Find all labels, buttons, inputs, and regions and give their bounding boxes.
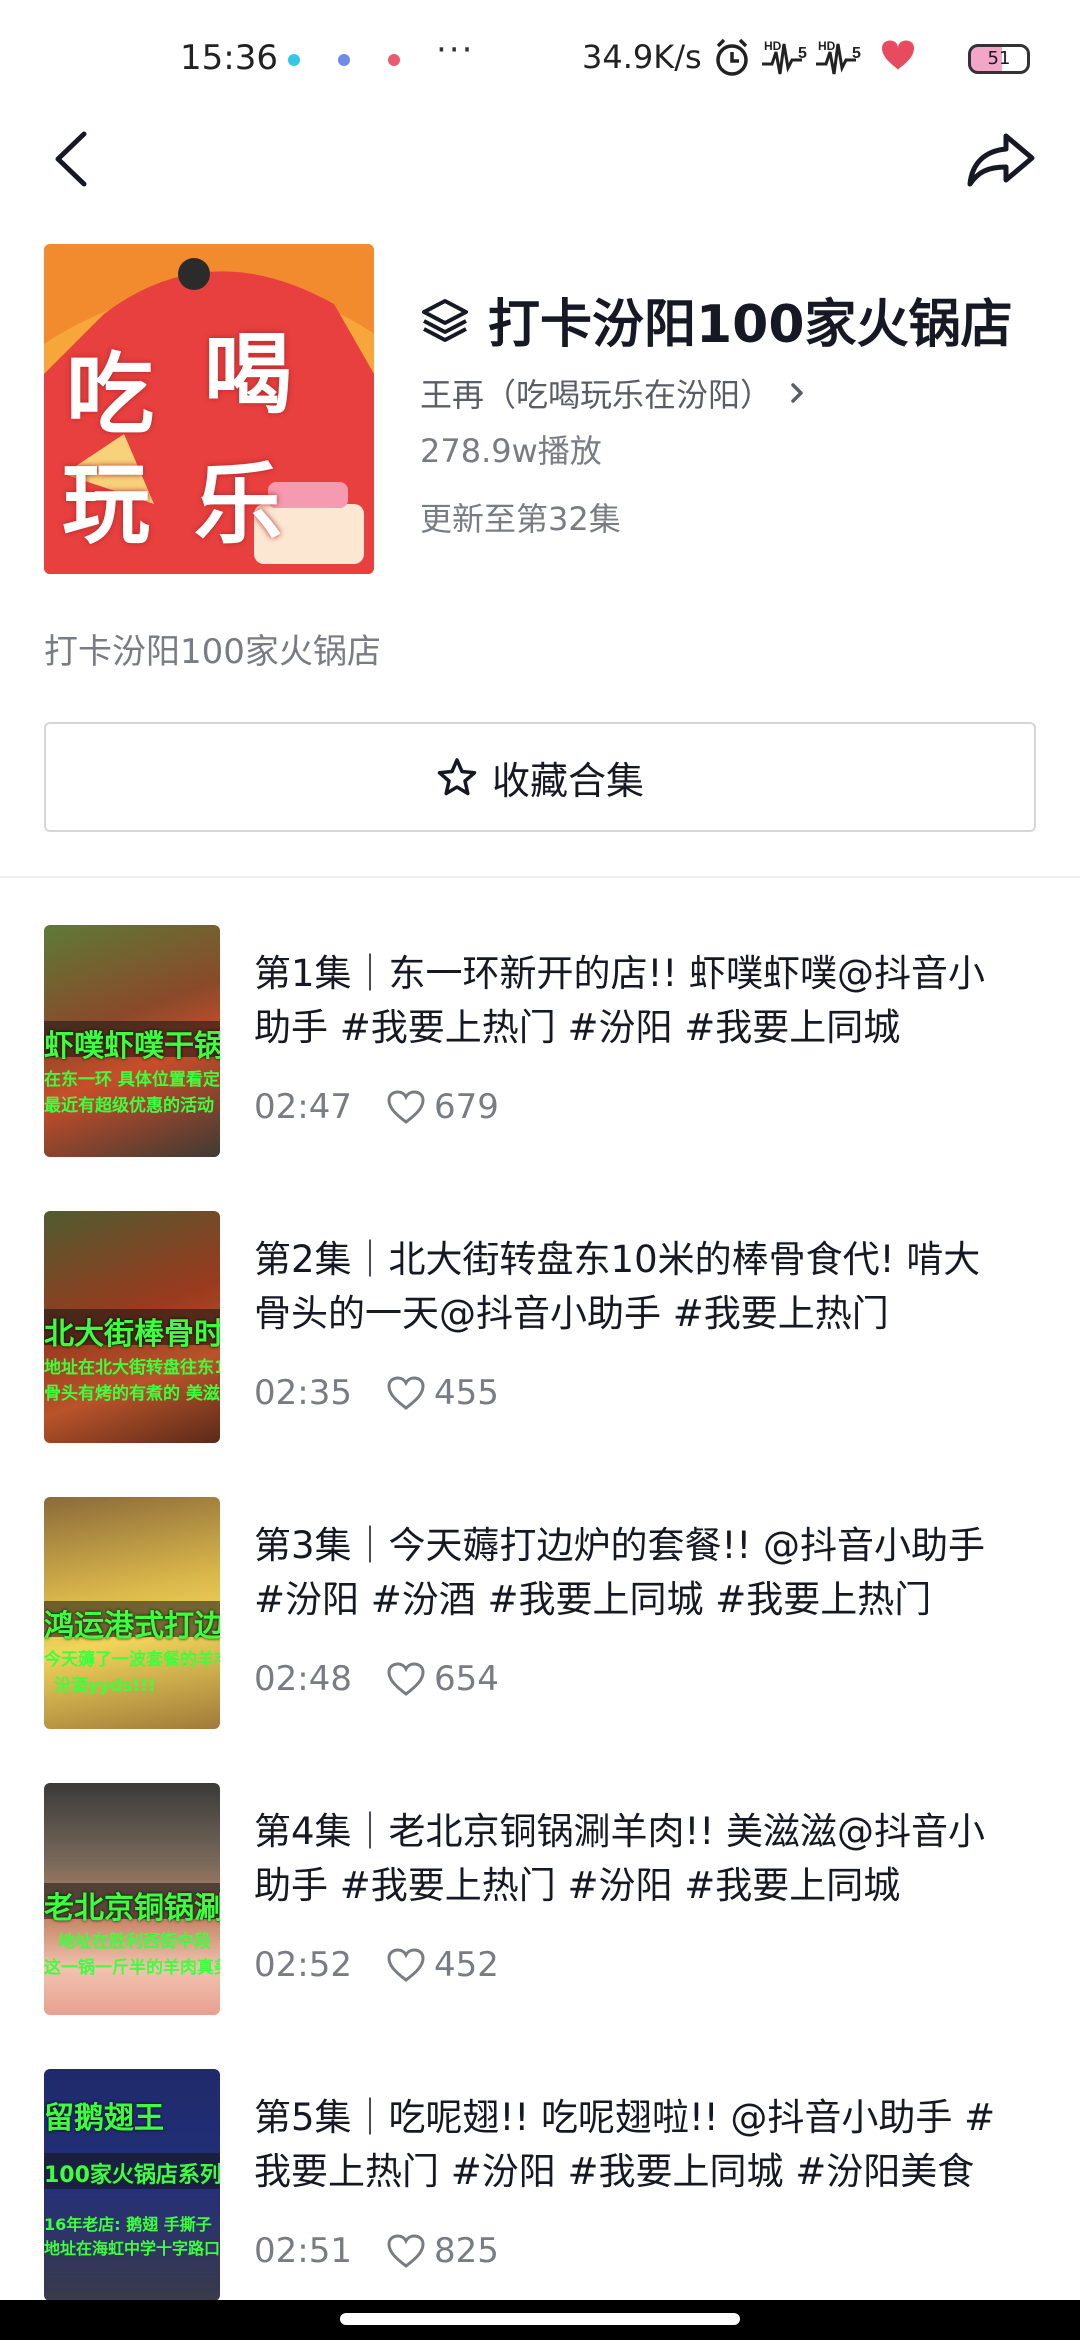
cover-char: 吃 (66, 343, 155, 446)
heart-outline-icon (387, 2234, 425, 2268)
episode-duration: 02:47 (254, 1087, 352, 1127)
episode-meta: 02:51 825 (254, 2231, 499, 2271)
episode-thumbnail: 留鹅翅王 100家火锅店系列 16年老店: 鹅翅 手撕子 地址在海虹中学十字路口 (44, 2069, 220, 2301)
like-count: 825 (433, 2231, 499, 2271)
heart-outline-icon (387, 1376, 425, 1410)
episode-item[interactable]: 虾噗虾噗干锅 在东一环 具体位置看定位 最近有超级优惠的活动 第1集｜东一环新开… (0, 925, 1080, 1157)
thumbnail-subcaption: 16年老店: 鹅翅 手撕子 (44, 2215, 212, 2234)
heart-outline-icon (387, 1662, 425, 1696)
episode-item[interactable]: 留鹅翅王 100家火锅店系列 16年老店: 鹅翅 手撕子 地址在海虹中学十字路口… (0, 2069, 1080, 2301)
thumbnail-subcaption: 骨头有烤的有煮的 美滋滋 (44, 1384, 220, 1404)
svg-text:HD: HD (764, 39, 782, 53)
episode-likes: 455 (386, 1373, 499, 1413)
episode-title: 第1集｜东一环新开的店!! 虾噗虾噗@抖音小助手 #我要上热门 #汾阳 #我要上… (254, 952, 985, 1049)
update-status: 更新至第32集 (420, 500, 621, 538)
collect-button-label: 收藏合集 (491, 758, 644, 803)
signal-icons: HD 5 HD 5 (716, 38, 914, 76)
thumbnail-caption: 留鹅翅王 (44, 2101, 164, 2136)
hd-signal-icon: HD 5 (816, 39, 861, 75)
episode-duration: 02:35 (254, 1373, 352, 1413)
episode-duration: 02:52 (254, 1945, 352, 1985)
episode-item[interactable]: 北大街棒骨时代 地址在北大街转盘往东10米 骨头有烤的有煮的 美滋滋 第2集｜北… (0, 1211, 1080, 1443)
episode-item[interactable]: 老北京铜锅涮肉 地址在胜利西街中段 这一锅一斤半的羊肉真美 第4集｜老北京铜锅涮… (0, 1783, 1080, 2015)
episode-thumbnail: 虾噗虾噗干锅 在东一环 具体位置看定位 最近有超级优惠的活动 (44, 925, 220, 1157)
episode-likes: 679 (386, 1087, 499, 1127)
svg-text:HD: HD (818, 39, 836, 53)
thumbnail-subcaption: 地址在海虹中学十字路口 (44, 2239, 220, 2258)
battery-icon: 51 (968, 44, 1030, 74)
episode-thumbnail: 老北京铜锅涮肉 地址在胜利西街中段 这一锅一斤半的羊肉真美 (44, 1783, 220, 2015)
thumbnail-subcaption: 汾酒yyds!!! (54, 1676, 156, 1696)
alarm-icon (716, 38, 748, 76)
thumbnail-caption: 鸿运港式打边炉 (44, 1609, 220, 1644)
collection-title: 打卡汾阳100家火锅店 (488, 295, 1013, 355)
cover-char: 乐 (194, 453, 283, 556)
author-link[interactable]: 王再（吃喝玩乐在汾阳） (420, 370, 812, 416)
thumbnail-subcaption: 这一锅一斤半的羊肉真美 (44, 1958, 220, 1978)
status-bar: 15:36 ··· 34.9K/s HD 5 HD 5 51 (0, 0, 1080, 120)
episode-thumbnail: 鸿运港式打边炉 今天薅了一波套餐的羊毛 汾酒yyds!!! (44, 1497, 220, 1729)
hd-signal-icon: HD 5 (762, 39, 807, 75)
thumbnail-subcaption: 今天薅了一波套餐的羊毛 (44, 1650, 220, 1670)
collection-description: 打卡汾阳100家火锅店 (44, 632, 381, 672)
play-count: 278.9w播放 (420, 432, 602, 470)
thumbnail-subcaption: 地址在胜利西街中段 (58, 1932, 211, 1952)
thumbnail-subcaption: 100家火锅店系列 (44, 2163, 220, 2188)
like-count: 679 (433, 1087, 499, 1127)
more-notifications-icon: ··· (436, 30, 475, 70)
episode-duration: 02:48 (254, 1659, 352, 1699)
home-indicator[interactable] (340, 2313, 740, 2325)
episode-likes: 654 (386, 1659, 499, 1699)
collection-cover-image: 吃 喝 玩 乐 (44, 244, 374, 574)
notification-dot-icon (338, 54, 350, 66)
heart-outline-icon (387, 1948, 425, 1982)
thumbnail-caption: 虾噗虾噗干锅 (44, 1029, 220, 1064)
collection-layers-icon (422, 298, 468, 342)
episode-title: 第4集｜老北京铜锅涮羊肉!! 美滋滋@抖音小助手 #我要上热门 #汾阳 #我要上… (254, 1810, 985, 1907)
cover-char: 玩 (62, 453, 151, 556)
episode-title: 第2集｜北大街转盘东10米的棒骨食代! 啃大骨头的一天@抖音小助手 #我要上热门 (254, 1238, 981, 1335)
author-name: 王再（吃喝玩乐在汾阳） (420, 376, 773, 414)
collect-collection-button[interactable]: 收藏合集 (44, 722, 1036, 832)
heart-outline-icon (387, 1090, 425, 1124)
episode-title: 第3集｜今天薅打边炉的套餐!! @抖音小助手 #汾阳 #汾酒 #我要上同城 #我… (254, 1524, 985, 1621)
share-arrow-icon[interactable] (964, 124, 1040, 194)
cover-char: 喝 (204, 323, 293, 426)
heart-icon (882, 40, 914, 70)
thumbnail-subcaption: 地址在北大街转盘往东10米 (44, 1358, 220, 1378)
episode-likes: 825 (386, 2231, 499, 2271)
episode-item[interactable]: 鸿运港式打边炉 今天薅了一波套餐的羊毛 汾酒yyds!!! 第3集｜今天薅打边炉… (0, 1497, 1080, 1729)
notification-dot-icon (288, 54, 300, 66)
svg-text:5: 5 (852, 45, 861, 62)
episode-title: 第5集｜吃呢翅!! 吃呢翅啦!! @抖音小助手 #我要上热门 #汾阳 #我要上同… (254, 2096, 996, 2193)
star-icon (437, 758, 477, 796)
collection-title-row: 打卡汾阳100家火锅店 (420, 282, 1013, 357)
svg-text:5: 5 (798, 45, 807, 62)
episode-meta: 02:48 654 (254, 1659, 499, 1699)
status-time: 15:36 (180, 38, 278, 78)
episode-duration: 02:51 (254, 2231, 352, 2271)
episode-meta: 02:47 679 (254, 1087, 499, 1127)
episode-thumbnail: 北大街棒骨时代 地址在北大街转盘往东10米 骨头有烤的有煮的 美滋滋 (44, 1211, 220, 1443)
thumbnail-caption: 老北京铜锅涮肉 (44, 1891, 220, 1926)
section-divider (0, 876, 1080, 878)
episode-likes: 452 (386, 1945, 499, 1985)
back-chevron-icon[interactable] (44, 124, 104, 194)
like-count: 452 (433, 1945, 499, 1985)
network-speed: 34.9K/s (582, 38, 702, 76)
thumbnail-caption: 北大街棒骨时代 (44, 1317, 220, 1352)
like-count: 654 (433, 1659, 499, 1699)
notification-dot-icon (388, 54, 400, 66)
thumbnail-subcaption: 在东一环 具体位置看定位 (44, 1070, 220, 1090)
episode-meta: 02:35 455 (254, 1373, 499, 1413)
episode-meta: 02:52 452 (254, 1945, 499, 1985)
chevron-right-icon (791, 383, 803, 403)
thumbnail-subcaption: 最近有超级优惠的活动 (44, 1096, 214, 1116)
like-count: 455 (433, 1373, 499, 1413)
